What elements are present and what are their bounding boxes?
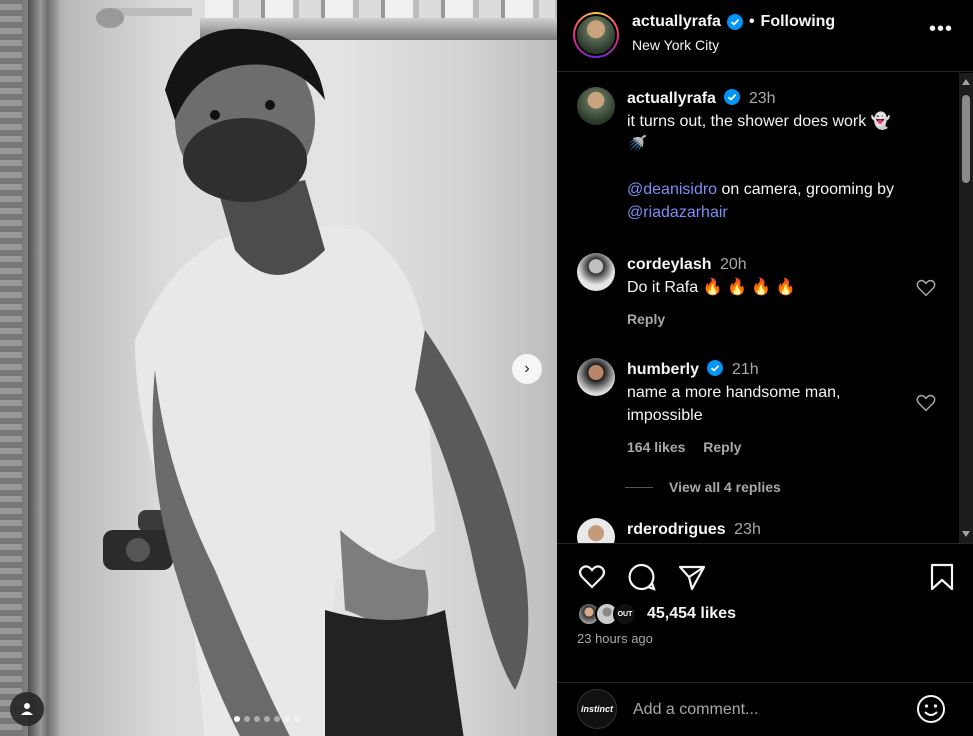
verified-badge-icon bbox=[726, 14, 743, 30]
post-media[interactable]: › bbox=[0, 0, 557, 736]
share-paper-plane-icon[interactable] bbox=[677, 562, 707, 592]
scroll-up-arrow-icon[interactable] bbox=[962, 79, 970, 85]
caption-text-line1: it turns out, the shower does work 👻 bbox=[627, 113, 891, 130]
carousel-dot bbox=[284, 716, 290, 722]
comment-input[interactable] bbox=[633, 697, 903, 723]
comments-list: actuallyrafa 23h it turns out, the showe… bbox=[557, 73, 973, 543]
comment-avatar[interactable] bbox=[577, 358, 615, 396]
scroll-thumb[interactable] bbox=[962, 95, 970, 183]
reply-button[interactable]: Reply bbox=[703, 439, 741, 455]
current-user-avatar: instinct bbox=[577, 689, 617, 729]
comment-username[interactable]: cordeylash bbox=[627, 256, 711, 273]
caption-username[interactable]: actuallyrafa bbox=[627, 90, 716, 107]
view-replies-button[interactable]: View all 4 replies bbox=[625, 479, 781, 495]
comment-composer: instinct bbox=[557, 682, 973, 736]
shower-glass-edge bbox=[0, 0, 22, 736]
carousel-dot bbox=[264, 716, 270, 722]
comment-username[interactable]: humberly bbox=[627, 361, 699, 378]
carousel-dot bbox=[274, 716, 280, 722]
tagged-users-button[interactable] bbox=[10, 692, 44, 726]
caption-text-mid: on camera, grooming by bbox=[717, 181, 895, 198]
comment-meta: Reply bbox=[627, 308, 927, 331]
carousel-dot bbox=[294, 716, 300, 722]
user-icon bbox=[21, 703, 33, 715]
carousel-dot bbox=[244, 716, 250, 722]
comment-bubble-icon[interactable] bbox=[627, 562, 657, 592]
comment-time: 21h bbox=[731, 361, 759, 378]
chevron-right-icon: › bbox=[524, 360, 530, 377]
person-photo bbox=[135, 28, 529, 736]
comment-meta: 164 likes Reply bbox=[627, 436, 927, 459]
carousel-dot bbox=[254, 716, 260, 722]
view-replies-label: View all 4 replies bbox=[669, 479, 781, 495]
comment-time: 23h bbox=[734, 521, 761, 538]
comment-likes[interactable]: 164 likes bbox=[627, 439, 685, 455]
verified-badge-icon bbox=[707, 360, 724, 376]
comment-body: rderodrigues 23h bbox=[627, 518, 927, 541]
post-header: actuallyrafa • Following New York City •… bbox=[557, 0, 973, 72]
like-comment-heart-icon[interactable] bbox=[915, 392, 937, 414]
caption-time: 23h bbox=[748, 90, 776, 107]
author-username[interactable]: actuallyrafa bbox=[632, 13, 721, 31]
post-location[interactable]: New York City bbox=[632, 37, 719, 53]
more-options-icon[interactable]: ••• bbox=[929, 18, 953, 41]
post-timestamp[interactable]: 23 hours ago bbox=[577, 631, 653, 646]
comment-time: 20h bbox=[719, 256, 747, 273]
comment-body: cordeylash 20h Do it Rafa 🔥 🔥 🔥 🔥 Reply bbox=[627, 253, 927, 331]
post-sidebar: actuallyrafa • Following New York City •… bbox=[557, 0, 973, 736]
liker-avatars[interactable]: OUT bbox=[577, 602, 637, 626]
mention-link[interactable]: @riadazarhair bbox=[627, 201, 927, 224]
post-footer: OUT 45,454 likes 23 hours ago instinct bbox=[557, 543, 973, 736]
comment-avatar[interactable] bbox=[577, 253, 615, 291]
reply-button[interactable]: Reply bbox=[627, 311, 665, 327]
liker-avatar: OUT bbox=[613, 602, 637, 626]
save-bookmark-icon[interactable] bbox=[927, 562, 957, 592]
verified-badge-icon bbox=[724, 89, 741, 105]
author-avatar[interactable] bbox=[573, 12, 619, 58]
comment-avatar[interactable] bbox=[577, 518, 615, 543]
carousel-next-button[interactable]: › bbox=[512, 354, 542, 384]
caption-text-line2: 🚿 bbox=[627, 136, 647, 153]
caption-avatar[interactable] bbox=[577, 87, 615, 125]
comment-body: humberly 21h name a more handsome man, i… bbox=[627, 358, 927, 459]
shower-door-frame bbox=[28, 0, 60, 736]
comment-text: Do it Rafa 🔥 🔥 🔥 🔥 bbox=[627, 279, 796, 296]
likes-count[interactable]: 45,454 likes bbox=[647, 605, 736, 623]
comment-username[interactable]: rderodrigues bbox=[627, 521, 726, 538]
header-separator: • bbox=[748, 13, 755, 30]
like-heart-icon[interactable] bbox=[577, 562, 607, 592]
caption-body: actuallyrafa 23h it turns out, the showe… bbox=[627, 87, 927, 224]
author-line: actuallyrafa • Following bbox=[632, 13, 835, 31]
scroll-down-arrow-icon[interactable] bbox=[962, 531, 970, 537]
comment-text: name a more handsome man, impossible bbox=[627, 384, 841, 424]
action-bar bbox=[577, 562, 957, 592]
like-comment-heart-icon[interactable] bbox=[915, 277, 937, 299]
divider-line bbox=[625, 486, 653, 488]
carousel-dot bbox=[234, 716, 240, 722]
mention-link[interactable]: @deanisidro bbox=[627, 181, 717, 198]
emoji-icon[interactable] bbox=[915, 693, 947, 725]
comments-scrollbar[interactable] bbox=[959, 73, 973, 543]
carousel-dots bbox=[234, 716, 300, 722]
following-button[interactable]: Following bbox=[761, 13, 836, 31]
likes-summary: OUT 45,454 likes bbox=[577, 602, 736, 626]
